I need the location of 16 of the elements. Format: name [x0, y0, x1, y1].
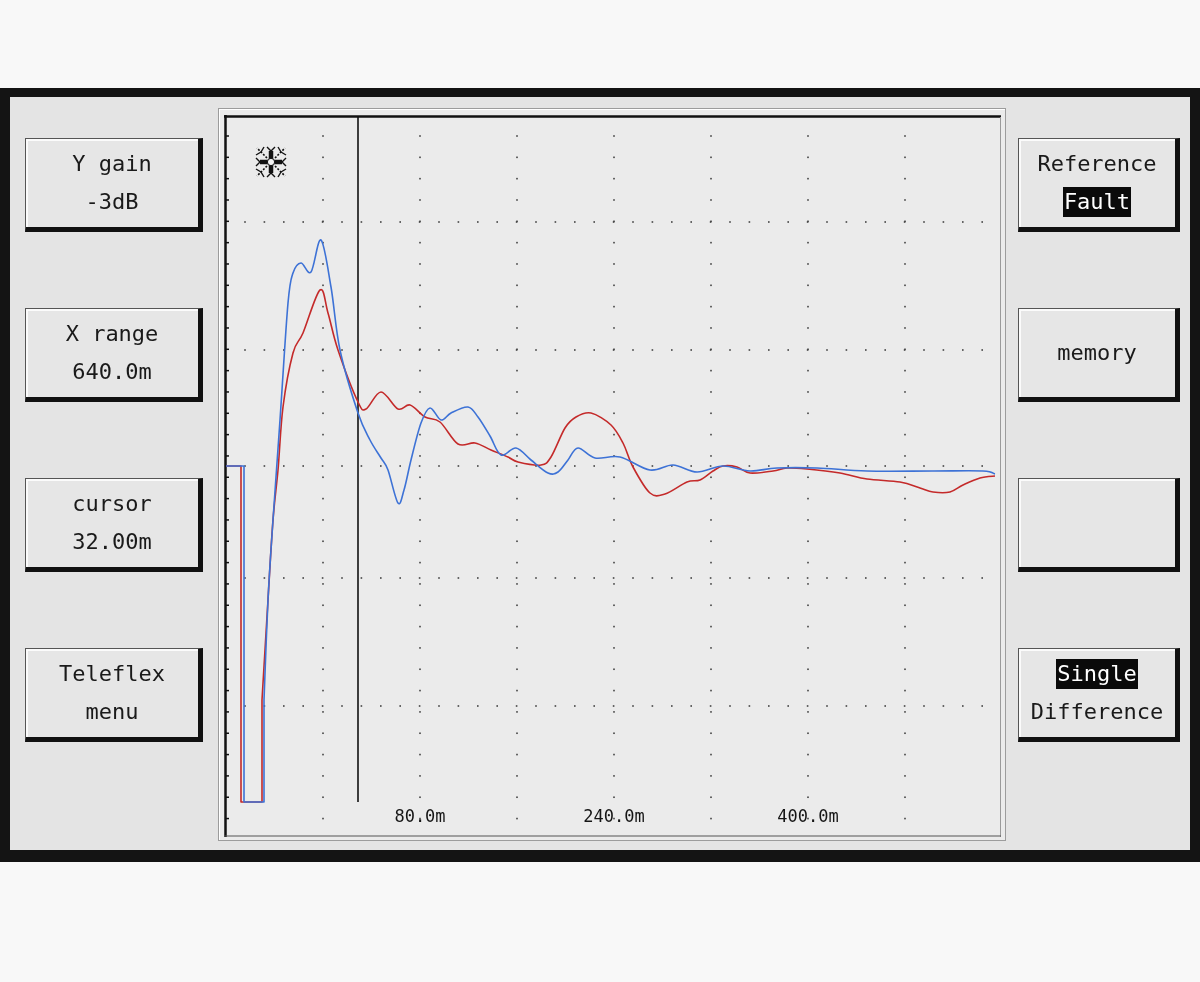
- softkey-button[interactable]: cursor 32.00m: [25, 478, 203, 572]
- axis-label: 240.0m: [583, 806, 645, 826]
- softkey-button[interactable]: X range 640.0m: [25, 308, 203, 402]
- mode-option: Reference: [1036, 149, 1158, 179]
- axis-label: 80.0m: [394, 806, 446, 826]
- softkey-button[interactable]: Reference Fault: [1018, 138, 1180, 232]
- axis-label: 400.0m: [777, 806, 839, 826]
- mode-option: Single: [1056, 659, 1138, 689]
- softkey-button[interactable]: Teleflex menu: [25, 648, 203, 742]
- softkey-button[interactable]: [1018, 478, 1180, 572]
- softkey-button[interactable]: Y gain -3dB: [25, 138, 203, 232]
- mode-option: Fault: [1062, 187, 1132, 217]
- softkey-button[interactable]: memory: [1018, 308, 1180, 402]
- softkey-button[interactable]: Single Difference: [1018, 648, 1180, 742]
- mode-option: Difference: [1029, 697, 1165, 727]
- snowflake-icon: [255, 146, 287, 178]
